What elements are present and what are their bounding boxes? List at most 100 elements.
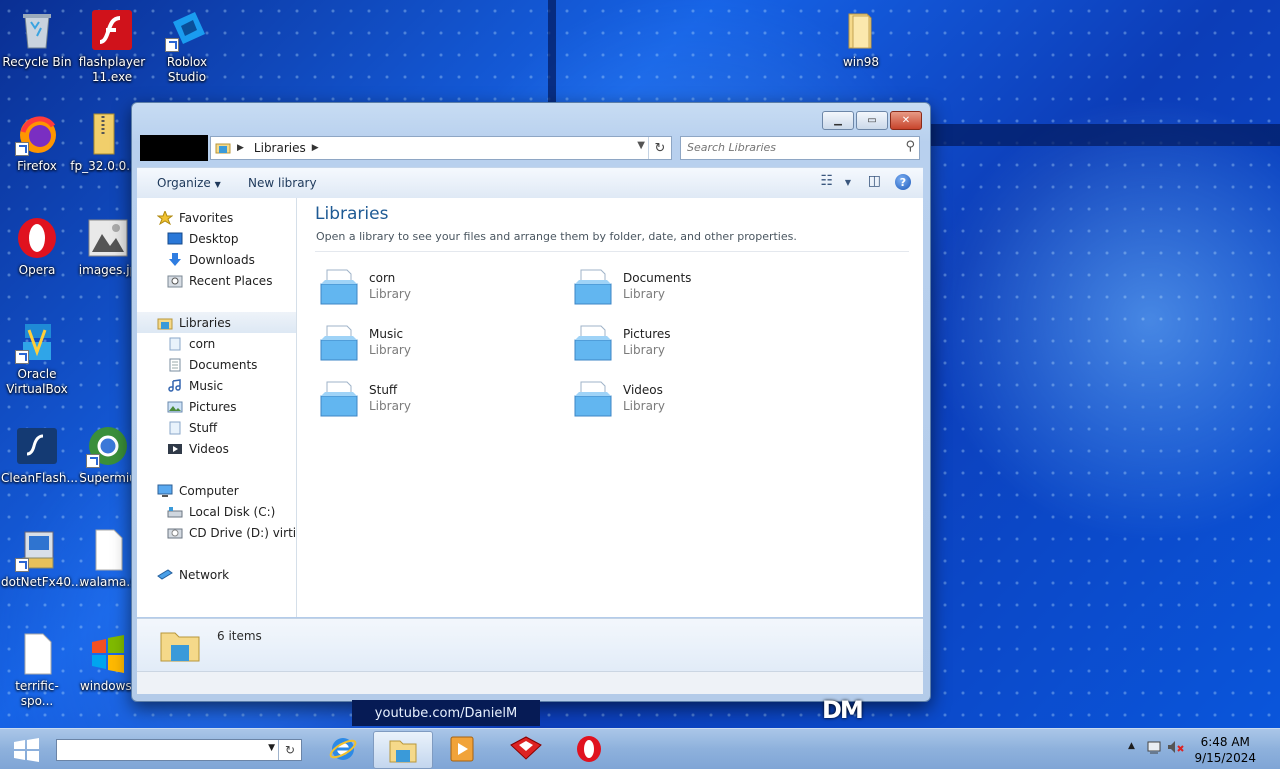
desktop-icon-cleanflash[interactable]: CleanFlash...	[1, 424, 78, 486]
taskbar-address-bar[interactable]: ▼ ↻	[56, 739, 302, 761]
breadcrumb-separator-icon[interactable]: ▶	[237, 143, 244, 153]
desktop-icon-opera[interactable]: Opera	[1, 216, 73, 278]
desktop-icon-label: Recycle Bin	[2, 55, 72, 69]
nav-libraries[interactable]: Libraries	[137, 312, 296, 333]
library-item-music[interactable]: Music Library	[315, 322, 555, 366]
clock[interactable]: 6:48 AM 9/15/2024	[1194, 734, 1256, 766]
pictures-icon	[167, 400, 183, 414]
organize-button[interactable]: Organize ▼	[157, 176, 221, 190]
desktop-icon-firefox[interactable]: Firefox	[1, 112, 73, 174]
desktop-icon-label: Firefox	[17, 159, 57, 173]
preview-pane-button[interactable]: ◫	[868, 173, 881, 189]
desktop-icon-virtualbox[interactable]: Oracle VirtualBox	[1, 320, 73, 397]
minimize-icon: ▁	[834, 115, 842, 126]
chevron-down-icon: ▼	[844, 178, 851, 187]
divider	[315, 251, 909, 252]
breadcrumb-chevron-icon[interactable]: ▶	[312, 143, 319, 153]
nav-libraries-label: Libraries	[179, 315, 231, 330]
watermark: youtube.com/DanielM	[352, 700, 540, 726]
library-type: Library	[369, 399, 411, 413]
taskbar-opera[interactable]	[560, 731, 618, 767]
nav-recent-places[interactable]: Recent Places	[137, 270, 296, 291]
cd-drive-icon	[167, 526, 183, 540]
nav-lib-corn[interactable]: corn	[137, 333, 296, 354]
library-type: Library	[623, 343, 665, 357]
nav-lib-documents[interactable]: Documents	[137, 354, 296, 375]
maximize-button[interactable]: ▭	[856, 111, 888, 130]
nav-lib-videos[interactable]: Videos	[137, 438, 296, 459]
search-icon[interactable]: ⚲	[905, 139, 915, 154]
system-tray: ▲ 6:48 AM 9/15/2024	[1120, 729, 1280, 769]
media-player-icon	[450, 736, 474, 762]
library-name: Music	[369, 327, 404, 341]
desktop-icon-fp-zip[interactable]: fp_32.0.0.3	[68, 112, 140, 174]
show-hidden-icons-button[interactable]: ▲	[1128, 741, 1135, 751]
close-button[interactable]: ✕	[890, 111, 922, 130]
search-input[interactable]	[681, 137, 898, 157]
nav-favorites[interactable]: Favorites	[137, 207, 296, 228]
desktop-icon-label: flashplayer 11.exe	[78, 55, 146, 84]
new-library-button[interactable]: New library	[248, 176, 317, 190]
library-icon	[167, 421, 183, 435]
command-bar: Organize ▼ New library ☷ ▼ ◫ ?	[137, 167, 923, 199]
taskbar-app-red[interactable]	[497, 731, 555, 767]
back-forward-buttons[interactable]	[140, 135, 208, 161]
nav-desktop[interactable]: Desktop	[137, 228, 296, 249]
library-name: corn	[369, 271, 396, 285]
action-center-icon[interactable]	[1146, 739, 1162, 758]
zip-folder-icon	[82, 112, 126, 156]
library-item-stuff[interactable]: Stuff Library	[315, 378, 555, 422]
library-item-corn[interactable]: corn Library	[315, 266, 555, 310]
address-bar[interactable]: ▶ Libraries ▶ ▼ ↻	[210, 136, 672, 160]
app-cube-icon	[510, 736, 542, 760]
libraries-large-icon	[160, 632, 200, 662]
nav-downloads-label: Downloads	[189, 252, 255, 267]
nav-cd-drive[interactable]: CD Drive (D:) virtio-v	[137, 522, 296, 543]
nav-lib-label: Videos	[189, 441, 229, 456]
library-name: Pictures	[623, 327, 671, 341]
library-icon	[320, 325, 358, 361]
recycle-bin-icon	[15, 8, 59, 52]
view-dropdown-button[interactable]: ▼	[845, 178, 851, 187]
nav-local-disk[interactable]: Local Disk (C:)	[137, 501, 296, 522]
nav-lib-stuff[interactable]: Stuff	[137, 417, 296, 438]
breadcrumb-libraries[interactable]: Libraries	[254, 141, 306, 155]
desktop-icon-dotnetfx[interactable]: dotNetFx40...	[1, 528, 82, 590]
view-options-icon: ☷	[820, 173, 833, 189]
network-icon	[157, 568, 173, 582]
desktop-icon-terrific[interactable]: terrific-spo...	[1, 632, 73, 709]
nav-computer[interactable]: Computer	[137, 480, 296, 501]
taskbar-internet-explorer[interactable]	[314, 731, 372, 767]
nav-downloads[interactable]: Downloads	[137, 249, 296, 270]
refresh-icon[interactable]: ↻	[278, 740, 301, 760]
library-item-videos[interactable]: Videos Library	[569, 378, 809, 422]
nav-favorites-label: Favorites	[179, 210, 234, 225]
search-box[interactable]: ⚲	[680, 136, 920, 160]
library-name: Stuff	[369, 383, 398, 397]
desktop-icon-label: fp_32.0.0.3	[70, 159, 138, 173]
refresh-button[interactable]: ↻	[648, 137, 671, 159]
desktop-icon-recycle-bin[interactable]: Recycle Bin	[1, 8, 73, 70]
start-button[interactable]	[10, 738, 42, 762]
volume-muted-icon[interactable]	[1166, 739, 1184, 758]
desktop-icon-flashplayer[interactable]: flashplayer 11.exe	[76, 8, 148, 85]
chevron-down-icon[interactable]: ▼	[268, 743, 275, 753]
taskbar-file-explorer[interactable]	[373, 731, 433, 769]
change-view-button[interactable]: ☷	[820, 173, 833, 189]
library-item-pictures[interactable]: Pictures Library	[569, 322, 809, 366]
desktop-icon-roblox-studio[interactable]: Roblox Studio	[151, 8, 223, 85]
desktop-icon-win98[interactable]: win98	[825, 8, 897, 70]
taskbar-media-player[interactable]	[433, 731, 491, 767]
music-icon	[167, 378, 183, 393]
nav-network[interactable]: Network	[137, 564, 296, 585]
minimize-button[interactable]: ▁	[822, 111, 854, 130]
nav-lib-pictures[interactable]: Pictures	[137, 396, 296, 417]
file-icon	[15, 632, 59, 676]
installer-icon	[15, 528, 59, 572]
library-item-documents[interactable]: Documents Library	[569, 266, 809, 310]
nav-lib-music[interactable]: Music	[137, 375, 296, 396]
window-controls: ▁ ▭ ✕	[822, 111, 922, 130]
address-dropdown-icon[interactable]: ▼	[637, 140, 645, 151]
content-pane: Libraries Open a library to see your fil…	[297, 198, 923, 617]
help-icon[interactable]: ?	[895, 174, 911, 190]
